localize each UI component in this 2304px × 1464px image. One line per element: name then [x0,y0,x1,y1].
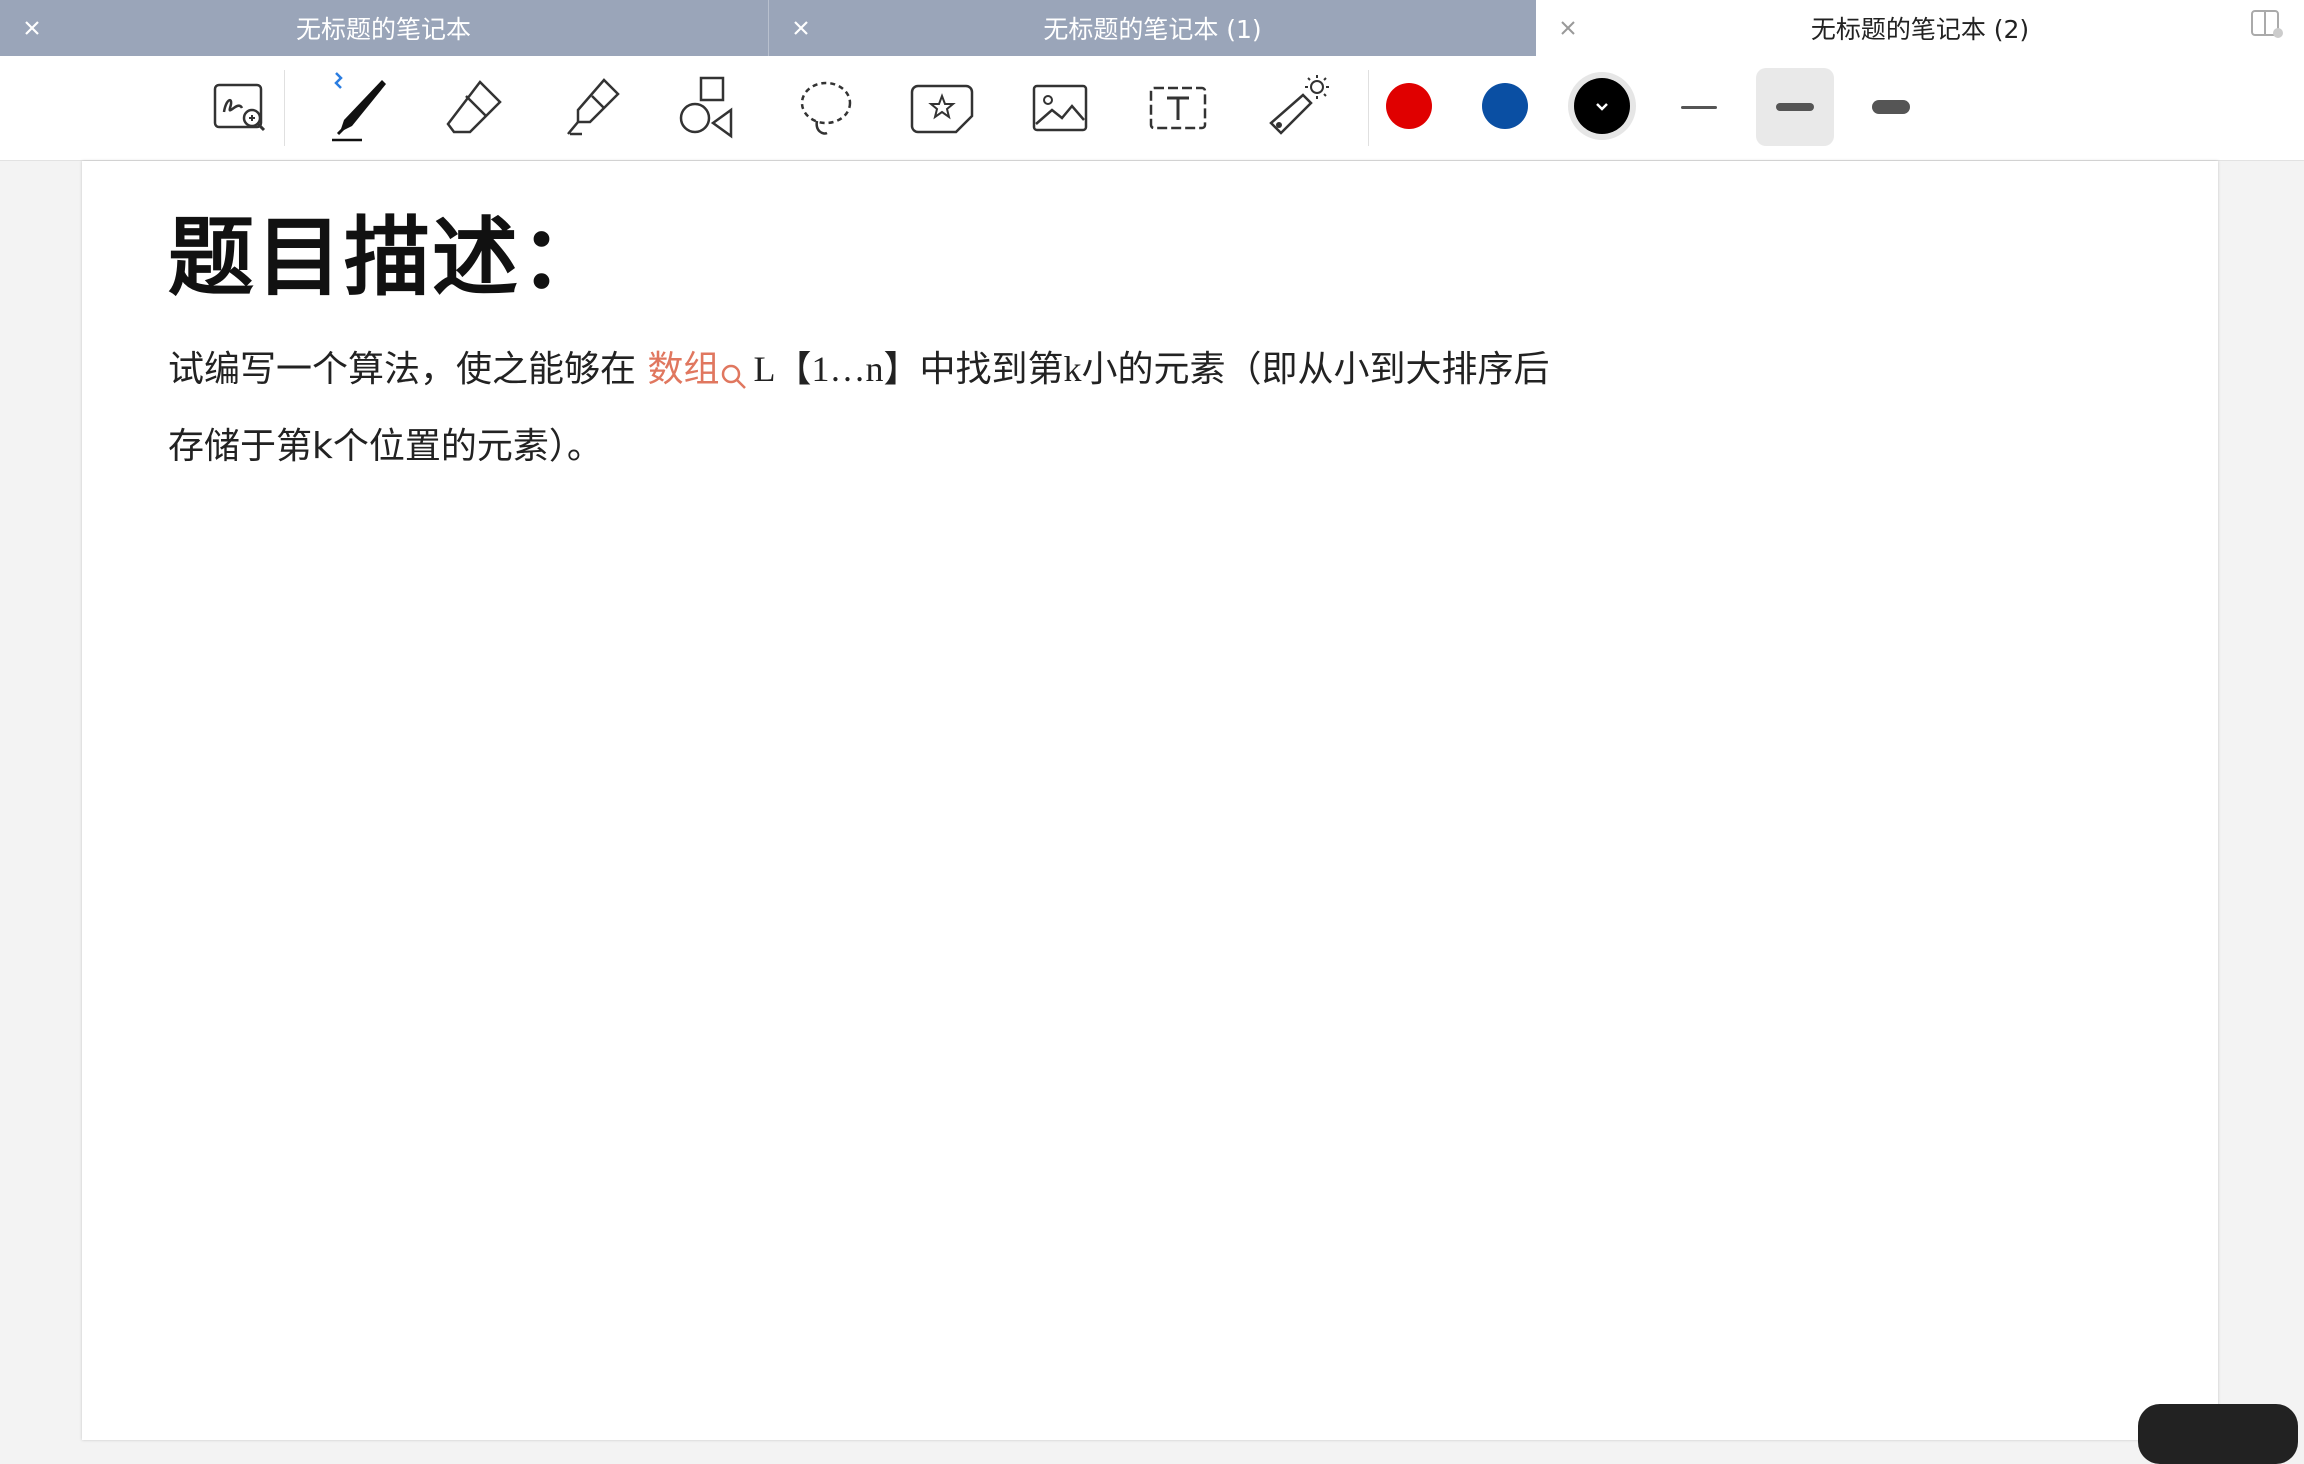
close-tab-icon[interactable] [791,18,811,38]
close-tab-icon[interactable] [22,18,42,38]
shapes-tool[interactable] [666,66,750,150]
image-icon [1032,84,1088,132]
close-tab-icon[interactable] [1558,18,1578,38]
laser-pointer-icon [1269,75,1329,135]
text-tool[interactable] [1136,66,1220,150]
pen-tool[interactable] [312,66,396,150]
tab-title: 无标题的笔记本 (2) [1810,15,2030,44]
chevron-down-icon [1596,103,1608,111]
search-icon[interactable] [719,348,749,414]
lasso-tool[interactable] [784,66,868,150]
eraser-tool[interactable] [432,66,516,150]
lasso-icon [800,81,852,135]
tab-notebook-2[interactable]: 无标题的笔记本 (2) [1536,0,2304,56]
laser-pointer-tool[interactable] [1254,66,1338,150]
bluetooth-icon [334,72,343,89]
color-black-swatch-selected[interactable] [1574,78,1630,134]
tab-notebook-1[interactable]: 无标题的笔记本 (1) [768,0,1536,56]
description-text: L【1…n】中找到第k小的元素（即从小到大排序后 [753,349,1550,389]
description-text: 存储于第k个位置的元素）。 [168,426,603,467]
highlighter-tool[interactable] [550,66,634,150]
toolbar [0,56,2304,161]
tab-notebook[interactable]: 无标题的笔记本 [0,0,767,56]
page-heading: 题目描述： [168,208,608,308]
text-icon [1149,86,1207,130]
shapes-icon [679,76,733,139]
notebook-page[interactable]: 题目描述： 试编写一个算法，使之能够在 数组 L【1…n】中找到第k小的元素（即从… [82,161,2218,1440]
zoom-writing-tool[interactable] [198,66,282,150]
tab-bar: 无标题的笔记本 无标题的笔记本 (1) 无标题的笔记本 (2) [0,0,2304,56]
split-view-icon[interactable] [2250,9,2284,39]
stroke-thick-option[interactable] [1852,68,1930,146]
stroke-medium-option[interactable] [1756,68,1834,146]
tab-title: 无标题的笔记本 [295,15,471,44]
color-blue-swatch[interactable] [1482,83,1528,129]
keyword-link[interactable]: 数组 [647,349,719,390]
highlighter-icon [567,78,620,136]
problem-description: 试编写一个算法，使之能够在 数组 L【1…n】中找到第k小的元素（即从小到大排序后… [168,336,1888,480]
description-text: 试编写一个算法，使之能够在 [168,349,637,390]
image-tool[interactable] [1018,66,1102,150]
color-red-swatch[interactable] [1386,83,1432,129]
zoom-writing-icon [213,83,266,132]
floating-button[interactable] [2138,1404,2298,1464]
tab-title: 无标题的笔记本 (1) [1043,15,1262,44]
sticker-tool[interactable] [900,66,984,150]
stroke-thin-option[interactable] [1660,68,1738,146]
toolbar-separator [284,70,285,146]
sticker-icon [910,84,974,134]
toolbar-separator [1368,70,1369,146]
eraser-icon [446,80,502,134]
pen-icon [332,72,386,142]
